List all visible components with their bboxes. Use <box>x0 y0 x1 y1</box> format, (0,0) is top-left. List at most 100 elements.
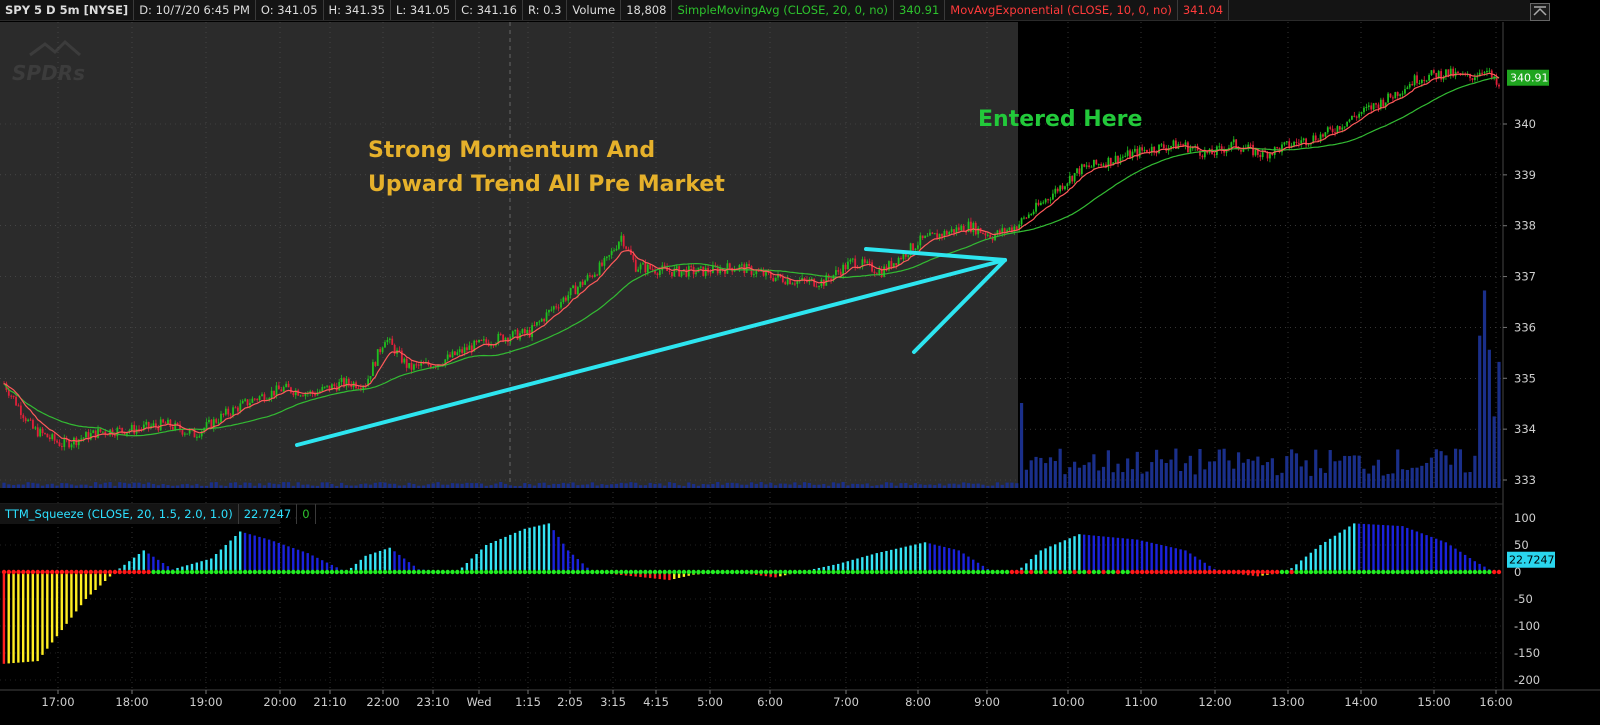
squeeze-histogram-bar <box>1078 534 1081 572</box>
volume-bar <box>600 484 604 488</box>
squeeze-histogram-bar <box>557 536 560 572</box>
candle-body <box>1406 87 1409 90</box>
candle-body <box>17 405 20 407</box>
squeeze-histogram-bar <box>1406 527 1409 572</box>
candle-body <box>1073 173 1076 182</box>
candle-body <box>232 407 234 416</box>
candle-body <box>986 234 989 236</box>
ema-study-label[interactable]: MovAvgExponential (CLOSE, 10, 0, no) <box>945 0 1178 20</box>
squeeze-dot <box>368 569 373 575</box>
volume-bar <box>1270 458 1274 488</box>
volume-bar <box>286 482 291 488</box>
candle-body <box>1377 104 1380 109</box>
volume-bar <box>1478 335 1482 488</box>
volume-bar <box>1367 473 1371 488</box>
volume-bar <box>1082 464 1086 488</box>
candle-body <box>485 339 488 343</box>
squeeze-dot <box>440 569 446 575</box>
volume-bar <box>1169 459 1173 488</box>
time-tick-label: 10:00 <box>1051 695 1084 709</box>
candle-body <box>709 272 712 274</box>
volume-label[interactable]: Volume <box>567 0 622 20</box>
volume-bar <box>364 483 368 488</box>
ttm-alert-value: 0 <box>297 504 316 524</box>
candle-body <box>569 288 572 296</box>
squeeze-histogram-bar <box>277 542 280 572</box>
candle-body <box>379 349 382 353</box>
candle-body <box>690 266 693 268</box>
candle-body <box>847 261 849 270</box>
squeeze-dot <box>11 569 16 575</box>
squeeze-dot <box>103 569 108 575</box>
candle-body <box>786 279 789 285</box>
candle-body <box>302 395 304 397</box>
candle-body <box>1039 202 1042 206</box>
candle-body <box>854 258 857 268</box>
volume-bar <box>807 483 811 488</box>
candle-body <box>1078 168 1081 175</box>
squeeze-histogram-bar <box>475 554 478 572</box>
candle-body <box>740 264 743 266</box>
candle-body <box>868 261 871 263</box>
volume-bar <box>335 485 339 488</box>
candle-body <box>540 319 543 322</box>
volume-bar <box>933 485 937 488</box>
volume-bar <box>1212 461 1217 488</box>
candle-body <box>632 254 635 260</box>
volume-bar <box>103 482 107 488</box>
squeeze-histogram-bar <box>311 555 314 572</box>
time-tick-label: 2:05 <box>557 695 583 709</box>
squeeze-histogram-bar <box>933 544 936 572</box>
candle-body <box>463 347 466 353</box>
candle-body <box>794 283 796 285</box>
squeeze-histogram-bar <box>292 548 295 572</box>
squeeze-dot <box>228 569 233 575</box>
collapse-panel-icon[interactable] <box>1530 3 1550 21</box>
squeeze-histogram-bar <box>1415 531 1419 572</box>
candle-body <box>1367 105 1370 108</box>
candle-body <box>1143 149 1146 151</box>
candle-body <box>1056 188 1059 192</box>
volume-bar <box>1236 452 1241 488</box>
squeeze-dot <box>681 569 687 575</box>
squeeze-dot <box>787 569 793 575</box>
price-chart[interactable]: SPDRs 17:00 18:00 19:00 20:00 21:10 22:00 23:1… <box>0 0 1600 725</box>
squeeze-dot <box>951 569 957 575</box>
squeeze-dot <box>59 569 65 575</box>
candle-body <box>1003 228 1006 233</box>
candle-body <box>1102 164 1105 166</box>
squeeze-histogram-bar <box>1449 545 1452 572</box>
time-tick-label: 9:00 <box>974 695 1000 709</box>
squeeze-dot <box>112 569 118 575</box>
squeeze-dot <box>1289 569 1294 575</box>
candle-body <box>41 428 44 434</box>
squeeze-histogram-bar <box>369 554 372 572</box>
squeeze-dot <box>431 569 436 575</box>
squeeze-dot <box>484 569 489 575</box>
squeeze-dot <box>1246 569 1251 575</box>
candle-body <box>1044 199 1047 203</box>
squeeze-dot <box>845 569 851 575</box>
candle-body <box>1346 121 1348 127</box>
squeeze-dot <box>1400 569 1405 575</box>
squeeze-dot <box>648 569 653 575</box>
candle-body <box>1401 93 1404 95</box>
candle-body <box>574 285 577 295</box>
squeeze-histogram-bar <box>364 555 367 572</box>
squeeze-dot <box>170 569 175 575</box>
squeeze-histogram-bar <box>938 545 941 572</box>
candle-body <box>1348 119 1351 122</box>
candle-body <box>1351 115 1353 120</box>
volume-bar <box>513 485 517 488</box>
candle-body <box>1425 80 1428 82</box>
squeeze-histogram-bar <box>571 554 575 572</box>
sma-study-label[interactable]: SimpleMovingAvg (CLOSE, 20, 0, no) <box>672 0 895 20</box>
ttm-squeeze-label[interactable]: TTM_Squeeze (CLOSE, 20, 1.5, 2.0, 1.0) <box>0 504 239 524</box>
candle-body <box>169 419 172 427</box>
squeeze-dot <box>353 569 359 575</box>
candle-body <box>1189 147 1192 153</box>
volume-bar <box>667 482 672 488</box>
symbol-label[interactable]: SPY 5 D 5m [NYSE] <box>0 0 135 20</box>
squeeze-histogram-bar <box>909 545 912 572</box>
squeeze-dot <box>45 569 50 575</box>
